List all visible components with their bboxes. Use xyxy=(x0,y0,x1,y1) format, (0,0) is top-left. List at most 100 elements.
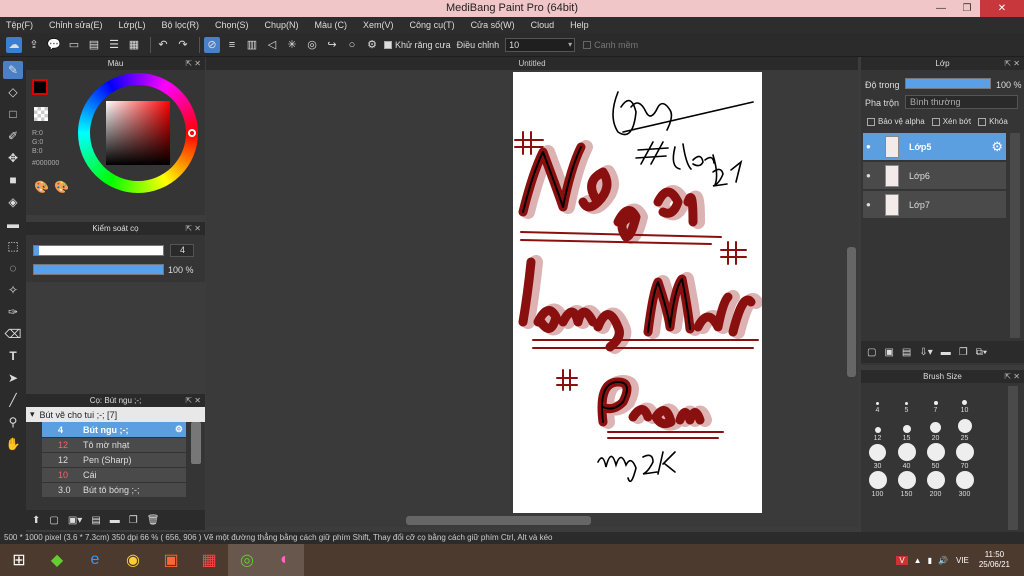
undo-icon[interactable]: ↶ xyxy=(155,37,171,53)
lock-checkbox[interactable] xyxy=(978,117,987,126)
brush-size-slider[interactable] xyxy=(33,245,164,256)
brush-size-preset[interactable]: 100 xyxy=(865,470,890,498)
lasso-icon[interactable]: ◌ xyxy=(3,259,23,277)
transparent-swatch[interactable] xyxy=(34,107,48,121)
new-1bit-layer-icon[interactable]: ▤ xyxy=(902,347,911,358)
layer-row[interactable]: ● Lớp6 xyxy=(863,162,1006,190)
brush-opacity-slider[interactable] xyxy=(33,264,164,275)
layer-list-scrollbar[interactable] xyxy=(1010,133,1020,338)
share-icon[interactable]: ⇪ xyxy=(26,37,42,53)
clock[interactable]: 11:50 25/06/21 xyxy=(979,550,1010,570)
eye-icon[interactable]: ● xyxy=(866,142,871,151)
menu-edit[interactable]: Chỉnh sửa(E) xyxy=(49,20,103,30)
move-tool-icon[interactable]: ✥ xyxy=(3,149,23,167)
brush-size-preset[interactable]: 10 xyxy=(952,386,977,414)
brush-copy-icon[interactable]: ▤ xyxy=(91,515,100,526)
menu-cloud[interactable]: Cloud xyxy=(531,20,555,30)
panel-close-icon[interactable]: ⇱ ✕ xyxy=(185,394,201,407)
adjust-select[interactable]: 10 xyxy=(505,37,576,52)
merge-layer-icon[interactable]: ⧉▾ xyxy=(976,347,987,358)
menu-view[interactable]: Xem(V) xyxy=(363,20,394,30)
menu-color[interactable]: Màu (C) xyxy=(315,20,348,30)
brush-size-preset[interactable]: 300 xyxy=(952,470,977,498)
panel-close-icon[interactable]: ⇱ ✕ xyxy=(185,222,201,235)
vertical-scrollbar[interactable] xyxy=(847,247,856,377)
antivirus-icon[interactable]: V xyxy=(896,555,908,565)
blend-select[interactable]: Bình thường xyxy=(905,95,1018,109)
settings-icon[interactable]: ⚙ xyxy=(364,37,380,53)
brush-folder-icon[interactable]: ▬ xyxy=(110,515,120,526)
select-eraser-icon[interactable]: ⌫ xyxy=(3,325,23,343)
layer-row[interactable]: ● Lớp7 xyxy=(863,191,1006,219)
gear-icon[interactable]: ⚙ xyxy=(991,139,1003,155)
menu-help[interactable]: Help xyxy=(570,20,589,30)
brush-size-scrollbar[interactable] xyxy=(1008,386,1018,530)
brush-size-preset[interactable]: 12 xyxy=(865,414,890,442)
no-snap-icon[interactable]: ⊘ xyxy=(204,36,220,53)
menu-window[interactable]: Cửa số(W) xyxy=(471,20,515,30)
brush-tool-icon[interactable]: ✎ xyxy=(3,61,23,79)
brush-cloud-icon[interactable]: ⬆ xyxy=(32,515,40,526)
artwork-canvas[interactable] xyxy=(513,72,762,513)
duplicate-layer-icon[interactable]: ❐ xyxy=(959,347,968,358)
brush-size-preset[interactable]: 4 xyxy=(865,386,890,414)
menu-snap[interactable]: Chụp(N) xyxy=(265,20,299,30)
bucket-tool-icon[interactable]: ◈ xyxy=(3,193,23,211)
app-store-icon[interactable]: ◆ xyxy=(38,544,76,576)
comment-icon[interactable]: 💬 xyxy=(46,37,62,53)
snap-toggle[interactable]: Canh mềm xyxy=(583,40,638,50)
palette-icon[interactable]: 🎨 xyxy=(34,180,49,194)
panel-close-icon[interactable]: ⇱ ✕ xyxy=(1004,370,1020,383)
menu-filter[interactable]: Bộ lọc(R) xyxy=(161,20,199,30)
brush-size-preset[interactable]: 200 xyxy=(923,470,948,498)
snap-checkbox[interactable] xyxy=(583,40,592,49)
panel-close-icon[interactable]: ⇱ ✕ xyxy=(1004,57,1020,70)
brush-size-preset[interactable]: 50 xyxy=(923,442,948,470)
brush-size-preset[interactable]: 5 xyxy=(894,386,919,414)
chrome-icon[interactable]: ◉ xyxy=(114,544,152,576)
games-icon[interactable]: ▦ xyxy=(190,544,228,576)
eraser-tool-icon[interactable]: ◇ xyxy=(3,83,23,101)
message-icon[interactable]: ▭ xyxy=(66,37,82,53)
redo-icon[interactable]: ↷ xyxy=(175,37,191,53)
lock-toggle[interactable]: Khóa xyxy=(978,117,1008,126)
operation-tool-icon[interactable]: ➤ xyxy=(3,369,23,387)
new-layer-icon[interactable]: ▢ xyxy=(867,347,876,358)
menu-select[interactable]: Chọn(S) xyxy=(215,20,249,30)
layer-folder-icon[interactable]: ▬ xyxy=(941,347,951,358)
presentation-icon[interactable]: ▣ xyxy=(152,544,190,576)
brush-item[interactable]: 4 Bút ngu ;-; ⚙ xyxy=(42,422,186,437)
gradient-tool-icon[interactable]: ▬ xyxy=(3,215,23,233)
grid-doc-icon[interactable]: ▦ xyxy=(126,37,142,53)
angle-snap-icon[interactable]: ◁ xyxy=(264,37,280,53)
brush-item[interactable]: 3.0 Bút tô bóng ;-; xyxy=(42,482,186,497)
brush-size-preset[interactable]: 150 xyxy=(894,470,919,498)
select-rect-icon[interactable]: ⬚ xyxy=(3,237,23,255)
close-button[interactable]: ✕ xyxy=(980,0,1024,17)
brush-size-preset[interactable]: 30 xyxy=(865,442,890,470)
brush-size-preset[interactable]: 40 xyxy=(894,442,919,470)
panel-close-icon[interactable]: ⇱ ✕ xyxy=(185,57,201,70)
palette-add-icon[interactable]: 🎨 xyxy=(54,180,69,194)
brush-item[interactable]: 12 Tô mờ nhạt xyxy=(42,437,186,452)
circle-snap-icon[interactable]: ◎ xyxy=(304,37,320,53)
brush-size-preset[interactable]: 70 xyxy=(952,442,977,470)
internet-explorer-icon[interactable]: e xyxy=(76,544,114,576)
brush-size-value[interactable]: 4 xyxy=(170,244,194,257)
cloud-icon[interactable]: ☁ xyxy=(6,36,22,53)
text-tool-icon[interactable]: T xyxy=(3,347,23,365)
foreground-swatch[interactable] xyxy=(32,79,48,95)
brush-group[interactable]: ▾ Bút vẽ cho tui ;-; [7] xyxy=(26,407,205,422)
new-brush-icon[interactable]: ▢ xyxy=(49,515,58,526)
rectangle-tool-icon[interactable]: □ xyxy=(3,105,23,123)
restore-button[interactable]: ❐ xyxy=(954,0,980,17)
brush-add-icon[interactable]: ▣▾ xyxy=(68,515,82,526)
menu-file[interactable]: Tệp(F) xyxy=(6,20,33,30)
select-pen-icon[interactable]: ✑ xyxy=(3,303,23,321)
clip-checkbox[interactable] xyxy=(931,117,940,126)
gear-icon[interactable]: ⚙ xyxy=(175,424,183,435)
minimize-button[interactable]: — xyxy=(928,0,954,17)
tray-arrow-icon[interactable]: ▲ xyxy=(914,556,922,565)
grid-snap-icon[interactable]: ▥ xyxy=(244,37,260,53)
brush-item[interactable]: 10 Cái xyxy=(42,467,186,482)
